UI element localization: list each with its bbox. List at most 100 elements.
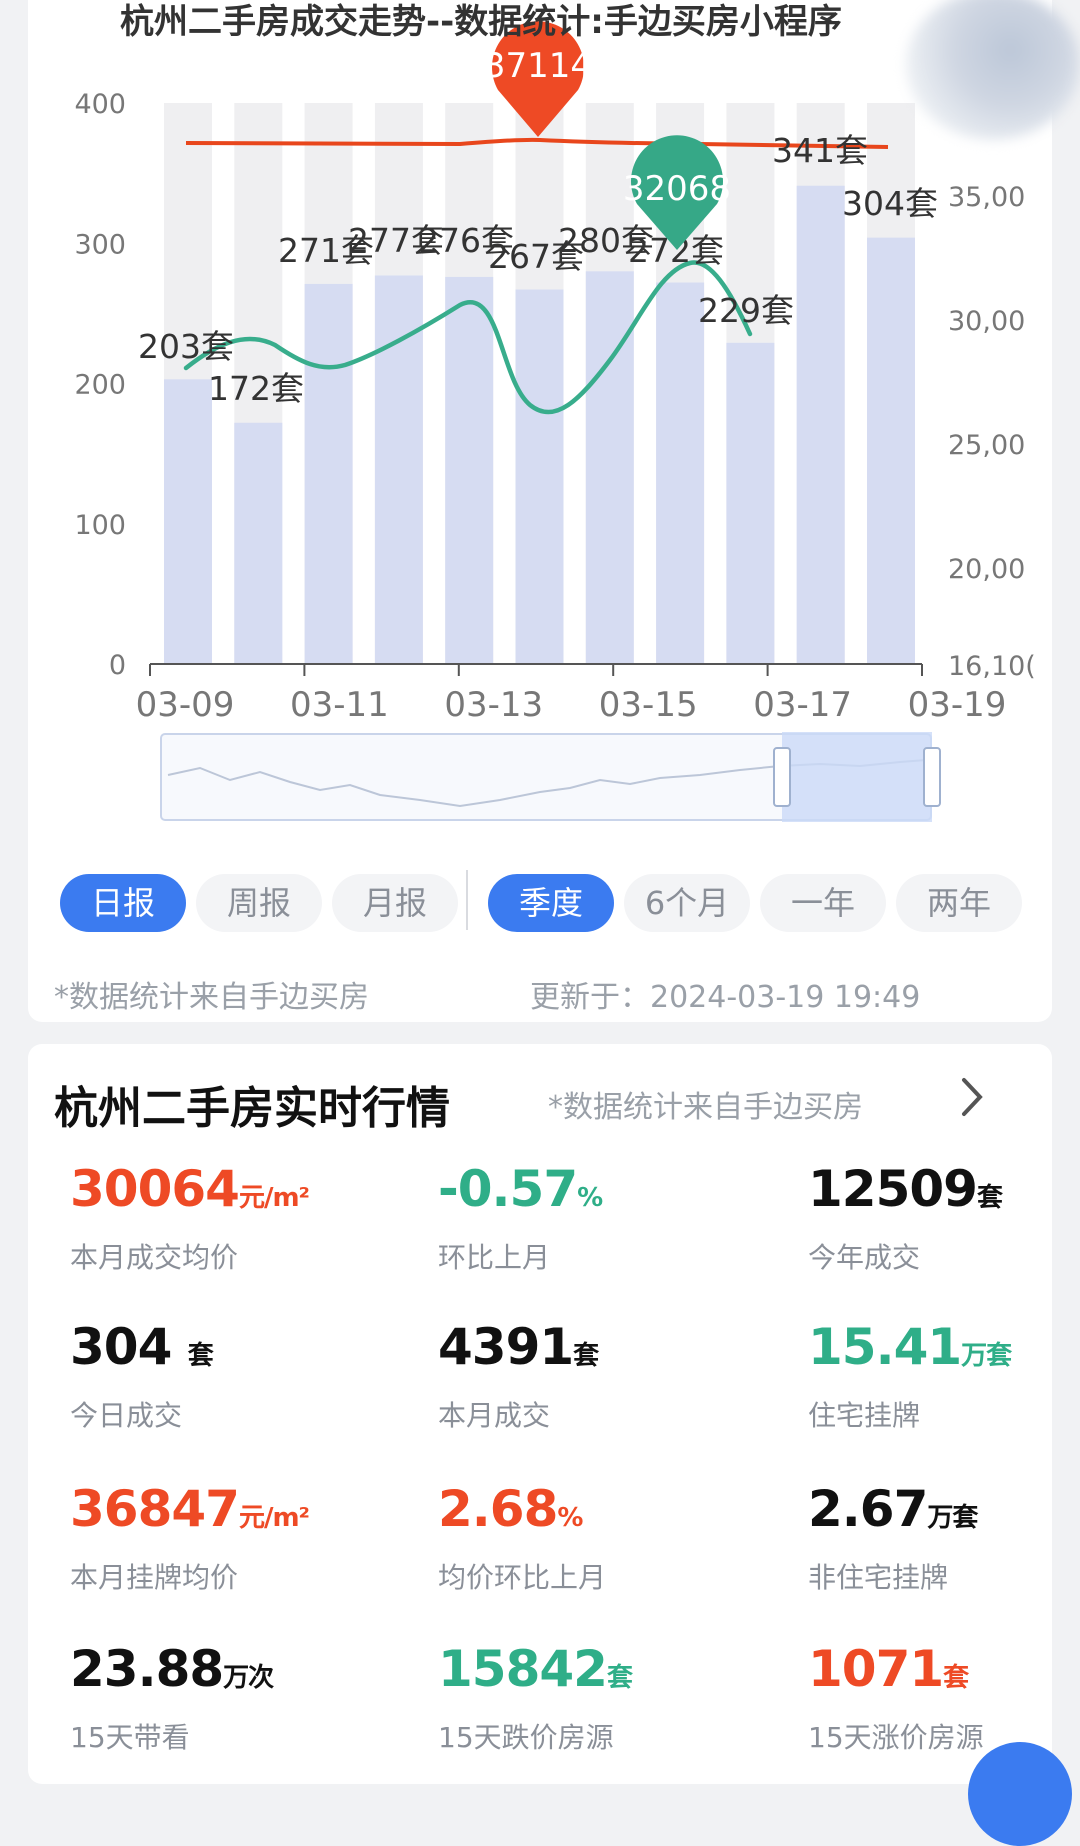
chevron-right-icon[interactable] xyxy=(952,1072,992,1122)
stat-label: 今日成交 xyxy=(70,1399,183,1432)
stat-value: 1071套 xyxy=(808,1640,1080,1698)
min-marker-label: 32068 xyxy=(623,169,731,209)
bar xyxy=(867,237,915,664)
stat-label: 本月成交 xyxy=(438,1399,551,1432)
stat-item: -0.57% 环比上月 xyxy=(438,1160,758,1276)
stat-number: -0.57 xyxy=(438,1160,578,1218)
stat-label: 15天带看 xyxy=(70,1721,190,1754)
stat-unit: 套 xyxy=(976,1183,1003,1213)
bar xyxy=(304,283,353,664)
stat-unit: 万套 xyxy=(927,1503,978,1533)
bar xyxy=(234,422,283,664)
stat-number: 30064 xyxy=(70,1160,240,1218)
stat-value: 2.68% xyxy=(438,1480,758,1538)
bar-value-label: 229套 xyxy=(698,291,794,330)
bar xyxy=(515,289,564,664)
tab-divider xyxy=(466,870,468,930)
stat-value: 15.41万套 xyxy=(808,1318,1080,1376)
y2-tick-label: 30,00 xyxy=(948,306,1025,337)
stat-number: 4391 xyxy=(438,1318,574,1376)
stat-unit: 万次 xyxy=(223,1663,274,1693)
stat-item: 304 套今日成交 xyxy=(70,1318,390,1434)
stat-label: 本月挂牌均价 xyxy=(70,1561,239,1594)
x-tick-label: 03-13 xyxy=(444,685,543,725)
stat-value: 15842套 xyxy=(438,1640,758,1698)
stat-item: 2.68% 均价环比上月 xyxy=(438,1480,758,1596)
tab-6-months[interactable]: 6个月 xyxy=(624,874,750,932)
bar-value-label: 203套 xyxy=(138,327,234,366)
stat-label: 15天跌价房源 xyxy=(438,1721,614,1754)
stat-value: 4391套 xyxy=(438,1318,758,1376)
max-marker-label: 37114 xyxy=(484,46,592,86)
stat-label: 本月成交均价 xyxy=(70,1241,239,1274)
stat-unit: 套 xyxy=(606,1663,633,1693)
tab-weekly[interactable]: 周报 xyxy=(196,874,322,932)
bar xyxy=(726,342,775,664)
stat-item: 12509套今年成交 xyxy=(808,1160,1080,1276)
tab-one-year[interactable]: 一年 xyxy=(760,874,886,932)
zoom-handle-left[interactable] xyxy=(773,747,791,807)
y-tick-label: 100 xyxy=(74,510,126,541)
stat-item: 23.88万次 15天带看 xyxy=(70,1640,390,1756)
stat-number: 2.68 xyxy=(438,1480,558,1538)
stat-number: 2.67 xyxy=(808,1480,928,1538)
stat-item: 15.41万套 住宅挂牌 xyxy=(808,1318,1080,1434)
stat-number: 15.41 xyxy=(808,1318,962,1376)
section-note: *数据统计来自手边买房 xyxy=(548,1090,863,1125)
bar xyxy=(164,379,212,664)
y2-tick-label: 25,00 xyxy=(948,430,1025,461)
stat-value: 304 套 xyxy=(70,1318,390,1376)
y2-tick-label: 20,00 xyxy=(948,554,1025,585)
tab-monthly[interactable]: 月报 xyxy=(332,874,458,932)
stat-label: 均价环比上月 xyxy=(438,1561,607,1594)
zoom-handle-right[interactable] xyxy=(923,747,941,807)
x-tick-label: 03-17 xyxy=(753,685,852,725)
stat-unit: 元/m² xyxy=(238,1503,310,1533)
y-tick-label: 400 xyxy=(74,89,126,120)
bar xyxy=(585,271,634,664)
stat-item: 30064元/m² 本月成交均价 xyxy=(70,1160,390,1276)
stat-value: 23.88万次 xyxy=(70,1640,390,1698)
stat-unit: 套 xyxy=(187,1341,214,1371)
stat-value: -0.57% xyxy=(438,1160,758,1218)
floating-action-button[interactable] xyxy=(968,1742,1072,1846)
y-tick-label: 0 xyxy=(109,650,126,681)
stat-unit: 套 xyxy=(943,1663,969,1693)
section-title: 杭州二手房实时行情 xyxy=(54,1083,450,1134)
bar xyxy=(445,276,494,664)
tab-two-years[interactable]: 两年 xyxy=(896,874,1022,932)
stat-unit: 万套 xyxy=(961,1341,1012,1371)
bar-value-label: 341套 xyxy=(772,131,868,170)
stat-value: 12509套 xyxy=(808,1160,1080,1218)
stat-unit: 元/m² xyxy=(238,1183,310,1213)
stat-unit: 套 xyxy=(573,1341,599,1371)
x-tick-label: 03-15 xyxy=(599,685,698,725)
stat-number: 15842 xyxy=(438,1640,608,1698)
stat-number: 1071 xyxy=(808,1640,944,1698)
bar xyxy=(656,282,705,664)
tab-quarter[interactable]: 季度 xyxy=(488,874,614,932)
data-source-note: *数据统计来自手边买房 xyxy=(54,980,369,1015)
stat-value: 30064元/m² xyxy=(70,1160,390,1218)
stat-item: 2.67万套 非住宅挂牌 xyxy=(808,1480,1080,1596)
stat-number: 36847 xyxy=(70,1480,240,1538)
zoom-slider-window[interactable] xyxy=(782,732,932,822)
stat-label: 今年成交 xyxy=(808,1241,921,1274)
stat-item: 4391套 本月成交 xyxy=(438,1318,758,1434)
x-tick-label: 03-09 xyxy=(136,685,235,725)
stat-value: 2.67万套 xyxy=(808,1480,1080,1538)
trend-chart: 400300200100035,0030,0025,0020,0016,10(0… xyxy=(74,21,1036,822)
stat-unit: % xyxy=(577,1183,603,1213)
stat-item: 15842套 15天跌价房源 xyxy=(438,1640,758,1756)
tab-daily[interactable]: 日报 xyxy=(60,874,186,932)
chart-title: 杭州二手房成交走势--数据统计:手边买房小程序 xyxy=(120,2,842,42)
bar-value-label: 304套 xyxy=(842,184,938,223)
y2-tick-label: 16,10( xyxy=(948,651,1036,682)
update-time: 更新于：2024-03-19 19:49 xyxy=(530,980,921,1015)
bar xyxy=(796,185,845,664)
bar-value-label: 172套 xyxy=(208,369,304,408)
y-tick-label: 200 xyxy=(74,370,126,401)
stat-number: 12509 xyxy=(808,1160,978,1218)
y2-tick-label: 35,00 xyxy=(948,182,1025,213)
stat-number: 23.88 xyxy=(70,1640,224,1698)
